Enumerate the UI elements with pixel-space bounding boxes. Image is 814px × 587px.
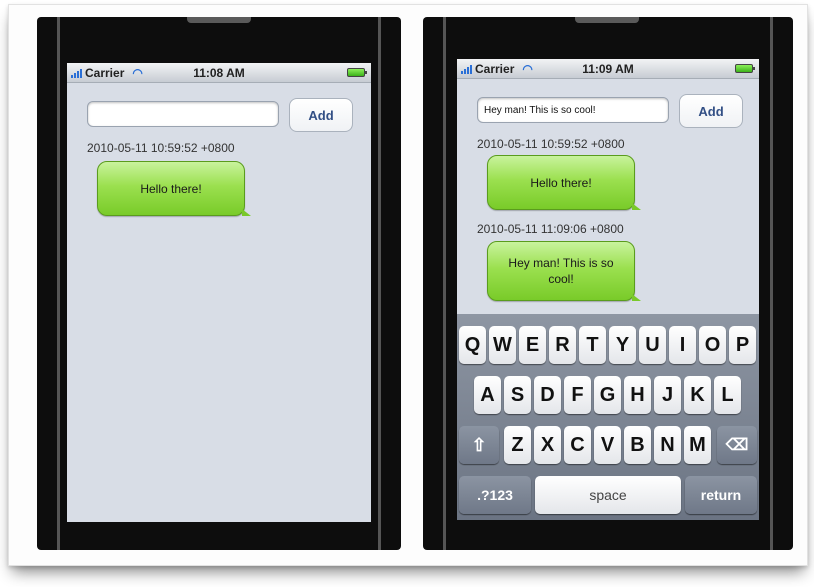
key-k[interactable]: K [684, 376, 711, 414]
key-h[interactable]: H [624, 376, 651, 414]
key-q[interactable]: Q [459, 326, 486, 364]
left-phone-bezel-line [57, 17, 60, 550]
message-bubble: Hey man! This is so cool! [487, 241, 641, 301]
key-c[interactable]: C [564, 426, 591, 464]
key-m[interactable]: M [684, 426, 711, 464]
carrier-label: Carrier [85, 65, 125, 80]
delete-icon: ⌫ [725, 437, 749, 454]
space-key[interactable]: space [535, 476, 681, 514]
wifi-icon: ◠ [522, 61, 533, 76]
key-u[interactable]: U [639, 326, 666, 364]
key-s[interactable]: S [504, 376, 531, 414]
add-button[interactable]: Add [679, 94, 743, 128]
right-phone: Carrier ◠ 11:09 AM Hey man! This is so c… [423, 17, 793, 550]
key-l[interactable]: L [714, 376, 741, 414]
key-p[interactable]: P [729, 326, 756, 364]
left-phone: Carrier ◠ 11:08 AM Add 2010-05-11 10:59:… [37, 17, 401, 550]
add-button[interactable]: Add [289, 98, 353, 132]
right-screen: Carrier ◠ 11:09 AM Hey man! This is so c… [457, 59, 759, 520]
key-f[interactable]: F [564, 376, 591, 414]
message-timestamp: 2010-05-11 10:59:52 +0800 [477, 137, 625, 151]
speaker-grille [575, 17, 639, 23]
message-bubble: Hello there! [97, 161, 251, 216]
message-input[interactable]: Hey man! This is so cool! [477, 97, 669, 123]
message-input[interactable] [87, 101, 279, 127]
key-w[interactable]: W [489, 326, 516, 364]
message-timestamp: 2010-05-11 11:09:06 +0800 [477, 222, 624, 236]
battery-icon [735, 64, 755, 73]
status-bar: Carrier ◠ 11:09 AM [457, 59, 759, 79]
key-x[interactable]: X [534, 426, 561, 464]
numbers-key[interactable]: .?123 [459, 476, 531, 514]
key-e[interactable]: E [519, 326, 546, 364]
key-r[interactable]: R [549, 326, 576, 364]
delete-key[interactable]: ⌫ [717, 426, 757, 464]
key-v[interactable]: V [594, 426, 621, 464]
message-timestamp: 2010-05-11 10:59:52 +0800 [87, 141, 235, 155]
key-g[interactable]: G [594, 376, 621, 414]
return-key[interactable]: return [685, 476, 757, 514]
screenshot-frame: Carrier ◠ 11:08 AM Add 2010-05-11 10:59:… [8, 4, 808, 566]
key-d[interactable]: D [534, 376, 561, 414]
left-phone-bezel-line [378, 17, 381, 550]
signal-icon [71, 68, 82, 78]
shift-key[interactable]: ⇧ [459, 426, 499, 464]
key-t[interactable]: T [579, 326, 606, 364]
left-screen: Carrier ◠ 11:08 AM Add 2010-05-11 10:59:… [67, 63, 371, 522]
battery-icon [347, 68, 367, 77]
wifi-icon: ◠ [132, 65, 143, 80]
key-a[interactable]: A [474, 376, 501, 414]
key-j[interactable]: J [654, 376, 681, 414]
key-i[interactable]: I [669, 326, 696, 364]
speaker-grille [187, 17, 251, 23]
message-bubble: Hello there! [487, 155, 641, 210]
status-bar: Carrier ◠ 11:08 AM [67, 63, 371, 83]
on-screen-keyboard: Q W E R T Y U I O P A S D F G H J K L ⇧ … [457, 314, 759, 520]
key-o[interactable]: O [699, 326, 726, 364]
key-b[interactable]: B [624, 426, 651, 464]
right-phone-bezel-line [443, 17, 446, 550]
right-phone-bezel-line [770, 17, 773, 550]
key-n[interactable]: N [654, 426, 681, 464]
signal-icon [461, 64, 472, 74]
carrier-label: Carrier [475, 61, 515, 76]
shift-icon: ⇧ [471, 434, 487, 455]
key-y[interactable]: Y [609, 326, 636, 364]
key-z[interactable]: Z [504, 426, 531, 464]
